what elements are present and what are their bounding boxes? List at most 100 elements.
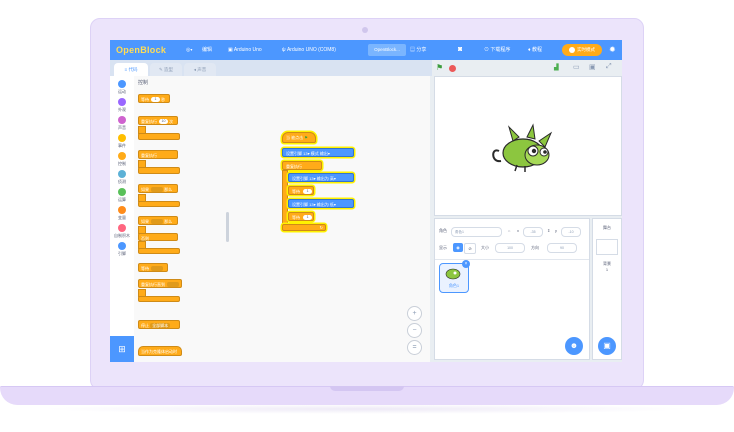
category-sound[interactable]: 声音 <box>110 116 134 131</box>
share-button[interactable]: ▤ 分享 <box>410 40 426 60</box>
direction-label: 方向 <box>531 245 539 250</box>
language-menu[interactable]: ◎▾ <box>186 40 192 60</box>
condition-slot[interactable] <box>151 266 163 272</box>
forever-foot <box>138 167 180 174</box>
tab-sounds[interactable]: ◂ 声音 <box>184 63 216 76</box>
stop-dropdown[interactable]: 全部脚本 <box>150 323 171 328</box>
condition-slot[interactable] <box>151 219 163 225</box>
block-text: 输出为 <box>316 176 329 181</box>
block-suffix: 那么 <box>164 187 173 192</box>
tab-code[interactable]: ≡ 代码 <box>114 63 148 76</box>
wait-block[interactable]: 等待 1 秒 <box>288 186 314 203</box>
category-pins[interactable]: 引脚 <box>110 242 134 257</box>
mode-dropdown[interactable]: 输出 <box>320 151 328 156</box>
y-input[interactable]: -10 <box>561 227 581 237</box>
board-menu[interactable]: ▣ Arduino Uno <box>228 40 262 60</box>
condition-slot[interactable] <box>167 282 179 288</box>
category-label: 事件 <box>118 143 126 148</box>
category-control[interactable]: 控制 <box>110 152 134 167</box>
gear-icon[interactable]: ✹ <box>609 40 616 60</box>
fullscreen-icon[interactable]: ⤢ <box>606 63 612 71</box>
menu-bar: OpenBlock ◎▾ 编辑 ▣ Arduino Uno ψ Arduino … <box>110 40 622 60</box>
palette-block-forever[interactable]: 重复执行 <box>138 150 178 159</box>
sprite-thumbnail[interactable]: × 角色1 <box>439 260 470 293</box>
palette-block-if-else[interactable]: 如果 那么 <box>138 216 178 225</box>
block-text: 等待 <box>292 215 300 220</box>
zoom-in-button[interactable]: + <box>407 306 422 321</box>
zoom-reset-button[interactable]: = <box>407 340 422 355</box>
mode-label: 实时模式 <box>577 47 595 52</box>
palette-block-stop[interactable]: 停止 全部脚本 <box>138 320 180 329</box>
category-dot <box>118 224 126 232</box>
large-stage-icon[interactable]: ▣ <box>589 63 596 71</box>
pin-dropdown[interactable]: 13 <box>303 151 307 156</box>
zoom-out-button[interactable]: − <box>407 323 422 338</box>
upload-button[interactable]: ⊙ 下载程序 <box>484 40 510 60</box>
backdrop-thumbnail[interactable] <box>596 239 618 255</box>
when-flag-clicked-block[interactable]: 当 被点击 ⚑ <box>282 132 316 143</box>
palette-scrollbar[interactable] <box>226 212 229 242</box>
wait-input[interactable]: 1 <box>303 215 313 221</box>
show-eye-icon[interactable]: ◉ <box>453 243 463 252</box>
y-arrow-icon: ⇕ <box>547 228 551 233</box>
add-extension-button[interactable]: ⊞ <box>110 336 134 362</box>
stop-icon[interactable] <box>449 65 456 72</box>
device-menu[interactable]: ψ Arduino UNO (COM8) <box>282 40 336 60</box>
category-looks[interactable]: 外观 <box>110 98 134 113</box>
set-pin-high-block[interactable]: 设置引脚 13▾ 输出为 高▾ <box>288 173 354 182</box>
x-input[interactable]: -35 <box>523 227 543 237</box>
laptop-notch <box>330 386 404 391</box>
palette-block-if[interactable]: 如果 那么 <box>138 184 178 193</box>
block-input[interactable]: 10 <box>159 119 168 125</box>
small-stage-icon[interactable]: ▭ <box>573 63 580 71</box>
green-flag-icon[interactable]: ⚑ <box>436 63 443 72</box>
choose-sprite-button[interactable]: ☻ <box>565 337 583 355</box>
level-dropdown[interactable]: 低 <box>330 202 334 207</box>
wait-input[interactable]: 1 <box>303 189 313 195</box>
size-input[interactable]: 100 <box>495 243 525 253</box>
wait-block[interactable]: 等待 1 秒 <box>288 212 314 229</box>
set-pin-mode-block[interactable]: 设置引脚 13▾ 模式 输出▾ <box>282 148 354 157</box>
block-text: 当 被点击 <box>286 135 304 140</box>
forever-block[interactable]: 重复执行 <box>282 161 322 170</box>
edit-menu[interactable]: 编辑 <box>202 40 212 60</box>
category-sensing[interactable]: 侦测 <box>110 170 134 185</box>
sprite-panel: 角色 角色1 ⇔ x -35 ⇕ y -10 显示 ◉ ⊘ 大小 100 方向 … <box>434 218 590 360</box>
project-title-field[interactable]: OpenBlock... <box>368 44 406 56</box>
category-events[interactable]: 事件 <box>110 134 134 149</box>
tutorials-label: 教程 <box>531 47 542 53</box>
stage-header: ⚑ ▟ ▭ ▣ ⤢ <box>432 60 622 76</box>
sprite-name-input[interactable]: 角色1 <box>451 227 502 237</box>
tutorials-button[interactable]: ♦ 教程 <box>528 40 542 60</box>
camera-icon[interactable]: ◙ <box>458 40 462 60</box>
category-my-blocks[interactable]: 自制积木 <box>110 224 134 239</box>
sprite-thumb-image <box>445 268 461 280</box>
level-dropdown[interactable]: 高 <box>330 176 334 181</box>
stage-target-panel[interactable]: 舞台 背景 1 ▣ <box>592 218 622 360</box>
choose-backdrop-button[interactable]: ▣ <box>598 337 616 355</box>
script-stack[interactable]: 当 被点击 ⚑ 设置引脚 13▾ 模式 输出▾ 重复执行 设置引脚 13▾ 输出… <box>282 132 354 232</box>
category-operators[interactable]: 运算 <box>110 188 134 203</box>
palette-block-clone-hat[interactable]: 当作为克隆体启动时 <box>138 346 182 356</box>
set-pin-low-block[interactable]: 设置引脚 13▾ 输出为 低▾ <box>288 199 354 208</box>
palette-block-repeat-until[interactable]: 重复执行直到 <box>138 279 182 288</box>
condition-slot[interactable] <box>151 187 163 193</box>
palette-block-wait-until[interactable]: 等待 <box>138 263 168 272</box>
block-text: 重复执行直到 <box>141 282 165 287</box>
category-motion[interactable]: 运动 <box>110 80 134 95</box>
category-variables[interactable]: 变量 <box>110 206 134 221</box>
block-input[interactable]: 1 <box>151 97 160 103</box>
hide-eye-icon[interactable]: ⊘ <box>464 243 476 254</box>
pin-dropdown[interactable]: 13 <box>309 202 313 207</box>
realtime-mode-toggle[interactable]: 实时模式 <box>562 44 602 56</box>
delete-sprite-icon[interactable]: × <box>462 260 470 268</box>
stage-canvas[interactable] <box>434 76 622 216</box>
dragon-sprite[interactable] <box>489 121 559 177</box>
app-logo[interactable]: OpenBlock <box>116 40 166 60</box>
pin-dropdown[interactable]: 13 <box>309 176 313 181</box>
palette-block-wait[interactable]: 等待 1 秒 <box>138 94 170 103</box>
direction-input[interactable]: 90 <box>547 243 577 253</box>
tab-costumes[interactable]: ✎ 造型 <box>150 63 182 76</box>
block-text: 重复执行 <box>286 164 302 169</box>
palette-block-repeat[interactable]: 重复执行 10 次 <box>138 116 178 125</box>
